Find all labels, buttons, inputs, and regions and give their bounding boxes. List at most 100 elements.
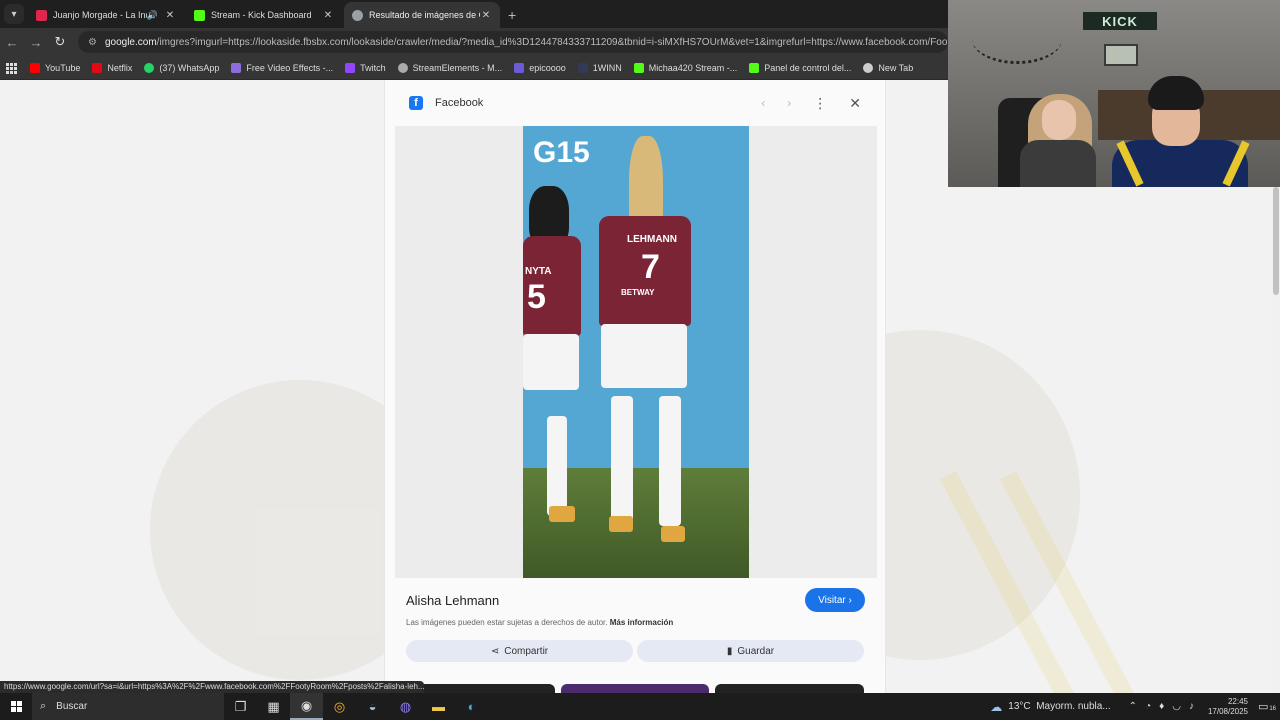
forward-arrow-icon[interactable]: → bbox=[24, 35, 48, 50]
kick-icon bbox=[633, 62, 644, 73]
steam-icon[interactable]: ◒ bbox=[356, 693, 389, 720]
notification-icon[interactable]: ▭ 16 bbox=[1258, 700, 1276, 713]
close-icon[interactable]: ✕ bbox=[849, 95, 861, 112]
apps-grid-icon[interactable] bbox=[6, 62, 17, 74]
close-tab-icon[interactable]: ✕ bbox=[322, 10, 334, 21]
visit-button[interactable]: Visitar › bbox=[805, 588, 865, 612]
scrollbar-thumb[interactable] bbox=[1273, 187, 1279, 295]
windows-start-button[interactable] bbox=[0, 693, 32, 720]
bookmark-label: Panel de control del... bbox=[764, 62, 852, 73]
globe-icon bbox=[863, 62, 874, 73]
tab-title: Juanjo Morgade - La Indep bbox=[53, 10, 147, 20]
volume-icon[interactable]: ♪ bbox=[1189, 701, 1194, 712]
image-title: Alisha Lehmann bbox=[406, 593, 500, 608]
obs-icon[interactable]: ◉ bbox=[290, 693, 323, 720]
calculator-icon[interactable]: ▦ bbox=[257, 693, 290, 720]
close-tab-icon[interactable]: ✕ bbox=[480, 10, 492, 21]
player-right: LEHMANN 7 BETWAY bbox=[589, 136, 699, 556]
url-input[interactable]: ⚙ google.com/imgres?imgurl=https://looka… bbox=[78, 31, 948, 53]
bookmark-1winn[interactable]: 1WINN bbox=[577, 62, 622, 73]
edge-icon[interactable]: ◐ bbox=[455, 693, 488, 720]
related-thumb[interactable] bbox=[560, 684, 710, 693]
tab-bar: ▾ Juanjo Morgade - La Indep 🔊 ✕ Stream -… bbox=[0, 0, 948, 28]
clock[interactable]: 22:45 17/08/2025 bbox=[1208, 697, 1248, 717]
1winn-icon bbox=[577, 62, 588, 73]
tab-search-button[interactable]: ▾ bbox=[4, 4, 24, 24]
epicoooo-icon bbox=[514, 62, 525, 73]
system-tray: ☁ 13°C Mayorm. nubla... ⌃ ◔ ♦ ◡ ♪ 22:45 … bbox=[990, 693, 1280, 720]
windows-logo-icon bbox=[10, 701, 22, 712]
bookmark-netflix[interactable]: Netflix bbox=[92, 62, 132, 73]
save-button[interactable]: ▮ Guardar bbox=[637, 640, 864, 662]
webcam-person-left-face bbox=[1042, 100, 1076, 140]
player-left: NYTA 5 bbox=[523, 186, 581, 526]
copyright-notice: Las imágenes pueden estar sujetas a dere… bbox=[406, 618, 673, 627]
microphone-icon[interactable]: ♦ bbox=[1159, 701, 1164, 712]
image-frame: G15 NYTA 5 LEHMANN 7 BETWAY bbox=[395, 126, 877, 578]
tray-app-icon[interactable]: ◔ bbox=[1145, 701, 1151, 712]
webcam-person-left-body bbox=[1020, 140, 1096, 187]
player-left-number: 5 bbox=[527, 278, 546, 316]
source-name[interactable]: Facebook bbox=[435, 97, 739, 109]
bookmark-label: (37) WhatsApp bbox=[159, 62, 220, 73]
related-images bbox=[406, 684, 865, 693]
site-info-icon[interactable]: ⚙ bbox=[88, 37, 97, 48]
back-arrow-icon[interactable]: ← bbox=[0, 35, 24, 50]
bookmark-michaa420[interactable]: Michaa420 Stream -... bbox=[633, 62, 737, 73]
related-thumb[interactable] bbox=[715, 684, 865, 693]
wifi-icon[interactable]: ◡ bbox=[1172, 701, 1181, 712]
bookmark-label: Free Video Effects -... bbox=[246, 62, 334, 73]
chevron-up-icon[interactable]: ⌃ bbox=[1129, 701, 1137, 712]
clock-time: 22:45 bbox=[1227, 696, 1248, 706]
speaker-icon[interactable]: 🔊 bbox=[147, 10, 158, 21]
webcam-garland bbox=[972, 14, 1062, 64]
previous-icon[interactable]: ‹ bbox=[761, 96, 765, 110]
bookmark-label: New Tab bbox=[878, 62, 914, 73]
bookmarks-bar: YouTube Netflix (37) WhatsApp Free Video… bbox=[0, 56, 948, 80]
taskbar-search[interactable]: ⌕ Buscar bbox=[32, 693, 224, 720]
visit-label: Visitar bbox=[818, 594, 846, 606]
twitch-icon bbox=[345, 62, 356, 73]
viewer-actions: ⋖ Compartir ▮ Guardar bbox=[406, 640, 864, 662]
bookmark-streamelements[interactable]: StreamElements - M... bbox=[397, 62, 502, 73]
chevron-right-icon: › bbox=[848, 594, 852, 606]
bookmark-new-tab[interactable]: New Tab bbox=[863, 62, 914, 73]
player-right-name: LEHMANN bbox=[627, 234, 677, 245]
weather-widget[interactable]: 13°C Mayorm. nubla... bbox=[1008, 701, 1110, 712]
share-button[interactable]: ⋖ Compartir bbox=[406, 640, 633, 662]
whatsapp-icon bbox=[144, 62, 155, 73]
webcam-picture-frame bbox=[1104, 44, 1138, 66]
task-view-icon[interactable]: ❐ bbox=[224, 693, 257, 720]
bookmark-free-video-effects[interactable]: Free Video Effects -... bbox=[231, 62, 334, 73]
bookmark-whatsapp[interactable]: (37) WhatsApp bbox=[144, 62, 220, 73]
bookmark-twitch[interactable]: Twitch bbox=[345, 62, 386, 73]
webcam-overlay: KICK bbox=[948, 0, 1280, 187]
bookmark-panel-control[interactable]: Panel de control del... bbox=[749, 62, 852, 73]
page-scrollbar[interactable] bbox=[1272, 187, 1280, 693]
tab-title: Stream - Kick Dashboard bbox=[211, 10, 312, 20]
chrome-icon[interactable]: ◎ bbox=[323, 693, 356, 720]
next-icon[interactable]: › bbox=[787, 96, 791, 110]
tab-google-images[interactable]: Resultado de imágenes de Goo ✕ bbox=[344, 2, 500, 28]
cloud-icon[interactable]: ☁ bbox=[990, 700, 1002, 714]
tab-juanjo[interactable]: Juanjo Morgade - La Indep 🔊 ✕ bbox=[28, 2, 184, 28]
new-tab-button[interactable]: + bbox=[508, 7, 516, 23]
weather-text: Mayorm. nubla... bbox=[1036, 701, 1111, 712]
discord-icon[interactable]: ◍ bbox=[389, 693, 422, 720]
more-info-link[interactable]: Más información bbox=[610, 618, 674, 627]
reload-icon[interactable]: ↻ bbox=[48, 34, 72, 50]
related-thumb[interactable] bbox=[406, 684, 555, 693]
bookmark-epicoooo[interactable]: epicoooo bbox=[514, 62, 566, 73]
facebook-icon: f bbox=[409, 96, 423, 110]
close-tab-icon[interactable]: ✕ bbox=[164, 10, 176, 21]
search-placeholder: Buscar bbox=[56, 701, 88, 712]
preview-image[interactable]: G15 NYTA 5 LEHMANN 7 BETWAY bbox=[523, 126, 749, 578]
more-options-icon[interactable]: ⋮ bbox=[813, 95, 827, 112]
webcam-person-right-hair bbox=[1148, 76, 1204, 110]
tab-kick-dashboard[interactable]: Stream - Kick Dashboard ✕ bbox=[186, 2, 342, 28]
bookmark-youtube[interactable]: YouTube bbox=[30, 62, 80, 73]
video-effects-icon bbox=[231, 62, 242, 73]
file-explorer-icon[interactable]: ▬ bbox=[422, 693, 455, 720]
google-favicon-icon bbox=[352, 9, 363, 21]
weather-temp: 13°C bbox=[1008, 701, 1031, 712]
